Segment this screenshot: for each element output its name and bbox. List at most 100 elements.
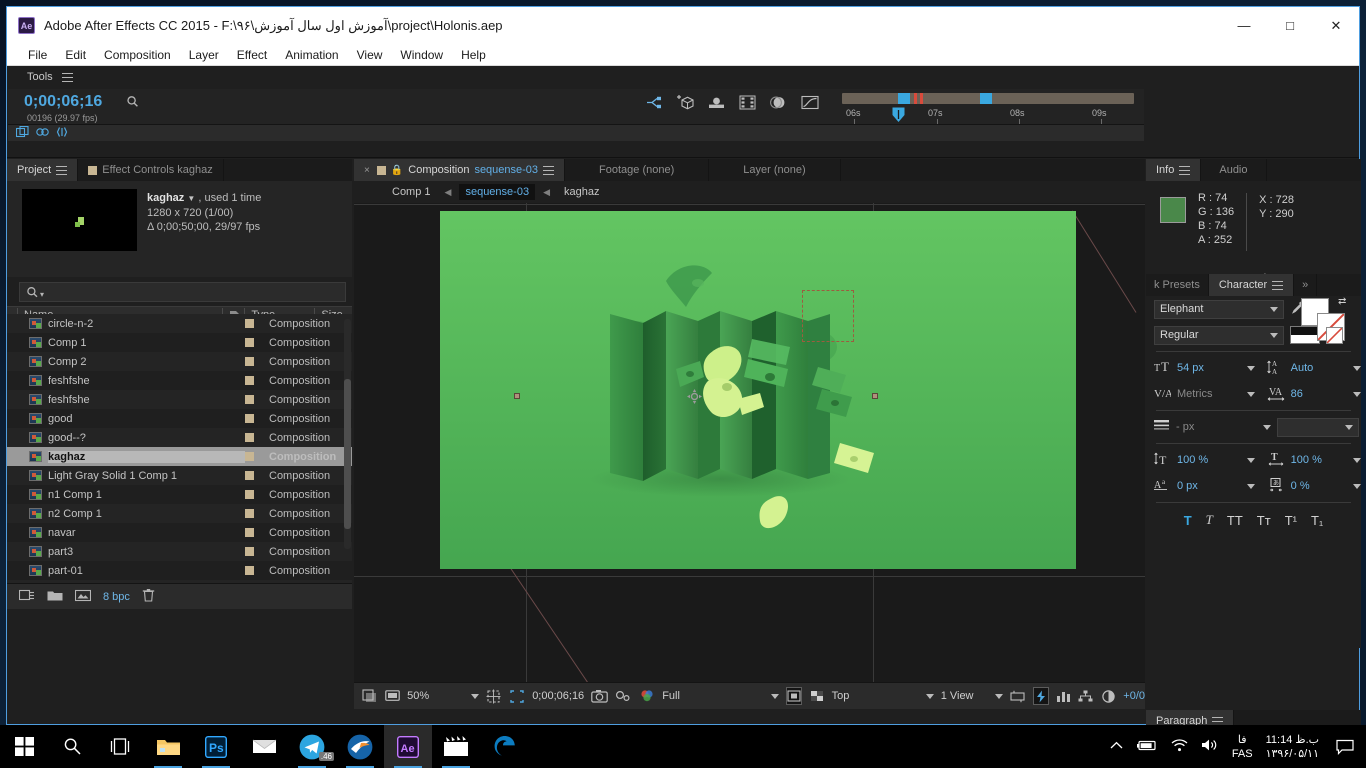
- media-player-icon[interactable]: [432, 725, 480, 768]
- timeline-search-field[interactable]: [126, 95, 140, 112]
- menu-item-edit[interactable]: Edit: [56, 46, 95, 64]
- tab-info[interactable]: Info: [1146, 159, 1202, 181]
- action-center-icon[interactable]: [1332, 725, 1358, 768]
- project-item-label-swatch[interactable]: [245, 433, 269, 442]
- new-folder-icon[interactable]: [47, 589, 63, 605]
- project-list-item[interactable]: navar Composition: [7, 523, 352, 542]
- project-list-item[interactable]: kaghaz Composition: [7, 447, 352, 466]
- show-snapshot-icon[interactable]: [615, 687, 632, 705]
- menu-item-view[interactable]: View: [348, 46, 392, 64]
- font-family-select[interactable]: Elephant: [1154, 299, 1284, 319]
- project-list-item[interactable]: part3 Composition: [7, 542, 352, 561]
- leading-field[interactable]: Auto: [1291, 362, 1361, 374]
- expand-collapse-icon[interactable]: [56, 126, 68, 141]
- new-composition-icon[interactable]: [74, 589, 92, 605]
- selection-handle-left[interactable]: [514, 393, 520, 399]
- exposure-reset-icon[interactable]: [1101, 687, 1117, 705]
- composition-canvas[interactable]: [440, 211, 1076, 569]
- project-item-label-swatch[interactable]: [245, 414, 269, 423]
- work-area-start-handle[interactable]: [898, 93, 910, 104]
- comp-flowchart-icon[interactable]: [1078, 687, 1094, 705]
- faux-italic-button[interactable]: T: [1206, 512, 1213, 528]
- volume-icon[interactable]: [1201, 738, 1219, 755]
- tab-effects-presets[interactable]: k Presets: [1146, 274, 1209, 296]
- selection-handle-right[interactable]: [872, 393, 878, 399]
- always-preview-icon[interactable]: [362, 687, 378, 705]
- project-vertical-scrollbar[interactable]: [344, 319, 351, 549]
- show-hidden-icons-icon[interactable]: [1110, 741, 1123, 753]
- menu-item-file[interactable]: File: [19, 46, 56, 64]
- take-snapshot-icon[interactable]: [591, 687, 608, 705]
- project-item-label-swatch[interactable]: [245, 566, 269, 575]
- swap-colors-icon[interactable]: ⇄: [1338, 296, 1346, 307]
- language-indicator[interactable]: فا FAS: [1232, 733, 1253, 761]
- composition-timecode[interactable]: 0;00;06;16: [532, 690, 584, 702]
- keyframe-marker-2[interactable]: [920, 93, 923, 104]
- start-button-icon[interactable]: [0, 725, 48, 768]
- kerning-field[interactable]: Metrics: [1177, 388, 1255, 400]
- project-item-label-swatch[interactable]: [245, 319, 269, 328]
- telegram-icon[interactable]: .46: [288, 725, 336, 768]
- project-list-item[interactable]: part-01 Composition: [7, 561, 352, 580]
- frame-blending-icon[interactable]: [739, 95, 756, 113]
- file-explorer-icon[interactable]: [144, 725, 192, 768]
- project-panel-menu-icon[interactable]: [56, 165, 68, 175]
- timeline-view-icon[interactable]: [1056, 687, 1072, 705]
- tab-effect-controls[interactable]: Effect Controls kaghaz: [78, 159, 224, 181]
- menu-item-animation[interactable]: Animation: [276, 46, 347, 64]
- baseline-shift-field[interactable]: 0 px: [1177, 480, 1255, 492]
- after-effects-icon[interactable]: Ae: [384, 725, 432, 768]
- channel-selector-icon[interactable]: [639, 687, 655, 705]
- stroke-type-select[interactable]: [1277, 417, 1359, 437]
- interpret-footage-icon[interactable]: [18, 589, 35, 605]
- menu-item-window[interactable]: Window: [391, 46, 452, 64]
- composition-panel-menu-icon[interactable]: [543, 165, 555, 175]
- project-item-label-swatch[interactable]: [245, 395, 269, 404]
- breadcrumb-item-comp1[interactable]: Comp 1: [386, 184, 437, 200]
- menu-item-help[interactable]: Help: [452, 46, 495, 64]
- fast-previews-icon[interactable]: [1032, 687, 1049, 705]
- composition-viewer[interactable]: [354, 203, 1145, 682]
- search-icon[interactable]: [48, 725, 96, 768]
- menu-item-effect[interactable]: Effect: [228, 46, 276, 64]
- faux-bold-button[interactable]: T: [1184, 513, 1192, 528]
- exposure-value[interactable]: +0/0: [1123, 690, 1145, 702]
- work-area-bar[interactable]: [842, 93, 1134, 104]
- menu-item-layer[interactable]: Layer: [180, 46, 228, 64]
- edge-icon[interactable]: [480, 725, 528, 768]
- info-panel-menu-icon[interactable]: [1179, 165, 1191, 175]
- browser-icon[interactable]: [336, 725, 384, 768]
- project-list-item[interactable]: feshfshe Composition: [7, 371, 352, 390]
- project-item-label-swatch[interactable]: [245, 338, 269, 347]
- view-axis-dropdown[interactable]: Top: [832, 690, 934, 702]
- motion-blur-icon[interactable]: [708, 95, 725, 113]
- project-item-label-swatch[interactable]: [245, 528, 269, 537]
- small-caps-button[interactable]: Tᴛ: [1257, 513, 1271, 528]
- project-search-field[interactable]: ▾: [19, 282, 346, 302]
- project-list-item[interactable]: circle-n-2 Composition: [7, 314, 352, 333]
- region-of-interest-icon[interactable]: [509, 687, 525, 705]
- keyframe-marker-1[interactable]: [914, 93, 917, 104]
- minimize-button[interactable]: —: [1221, 7, 1267, 44]
- photoshop-icon[interactable]: Ps: [192, 725, 240, 768]
- project-items-list[interactable]: circle-n-2 Composition Comp 1 Composition Co…: [7, 314, 352, 583]
- character-panel-menu-icon[interactable]: [1272, 280, 1284, 290]
- project-item-label-swatch[interactable]: [245, 452, 269, 461]
- menu-item-composition[interactable]: Composition: [95, 46, 180, 64]
- project-item-label-swatch[interactable]: [245, 376, 269, 385]
- project-list-item[interactable]: feshfshe Composition: [7, 390, 352, 409]
- current-time-indicator[interactable]: [892, 107, 905, 123]
- clock[interactable]: 11:14 ب.ظ ۱۳۹۶/۰۵/۱۱: [1266, 733, 1319, 761]
- 3d-renderer-icon[interactable]: [770, 95, 787, 113]
- composition-mini-flowchart-icon[interactable]: [36, 126, 49, 141]
- new-layer-icon[interactable]: [677, 94, 694, 113]
- tab-composition[interactable]: × 🔒 Composition sequense-03: [354, 159, 566, 181]
- tsume-field[interactable]: 0 %: [1291, 480, 1361, 492]
- tab-character[interactable]: Character: [1208, 274, 1295, 296]
- project-list-item[interactable]: n2 Comp 1 Composition: [7, 504, 352, 523]
- close-tab-icon[interactable]: ×: [364, 165, 370, 176]
- font-size-field[interactable]: 54 px: [1177, 362, 1255, 374]
- chevron-down-icon[interactable]: ▼: [187, 194, 195, 203]
- project-list-item[interactable]: n1 Comp 1 Composition: [7, 485, 352, 504]
- selection-rectangle[interactable]: [802, 290, 854, 342]
